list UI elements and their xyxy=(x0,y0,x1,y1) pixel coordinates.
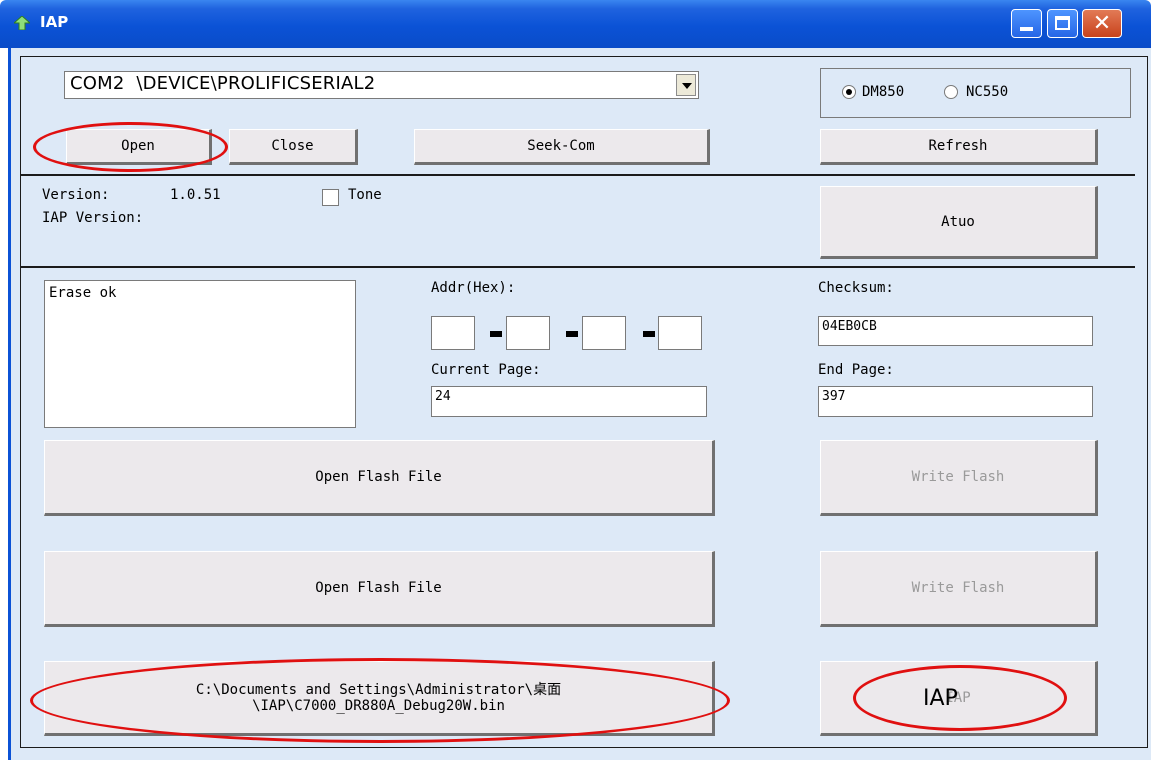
version-value: 1.0.51 xyxy=(170,187,221,203)
annotation-ellipse-open xyxy=(33,122,228,172)
addr-field-1[interactable] xyxy=(431,316,475,350)
write-flash-button-1[interactable]: Write Flash xyxy=(820,440,1098,516)
radio-nc550[interactable] xyxy=(944,85,958,99)
close-window-button[interactable]: ✕ xyxy=(1082,9,1122,38)
maximize-icon xyxy=(1055,16,1070,30)
port-dropdown-button[interactable] xyxy=(676,74,696,96)
minimize-icon xyxy=(1020,27,1033,31)
chevron-down-icon xyxy=(682,83,692,89)
annotation-iap-text: IAP xyxy=(923,686,958,711)
port-select-value: COM2 \DEVICE\PROLIFICSERIAL2 xyxy=(70,73,376,94)
open-flash-file-button-1[interactable]: Open Flash File xyxy=(44,440,715,516)
end-page-field[interactable]: 397 xyxy=(818,386,1093,417)
current-page-label: Current Page: xyxy=(431,362,541,378)
annotation-ellipse-iap xyxy=(853,665,1067,731)
tone-checkbox[interactable] xyxy=(322,189,339,206)
radio-dm850-label[interactable]: DM850 xyxy=(862,84,904,100)
addr-label: Addr(Hex): xyxy=(431,280,516,296)
window-title: IAP xyxy=(40,13,69,31)
addr-separator xyxy=(643,331,655,337)
separator xyxy=(21,174,1135,176)
app-icon xyxy=(14,16,30,30)
current-page-field[interactable]: 24 xyxy=(431,386,707,417)
seek-com-button[interactable]: Seek-Com xyxy=(414,129,710,165)
title-bar[interactable] xyxy=(0,0,1151,48)
maximize-button[interactable] xyxy=(1047,9,1078,38)
close-button[interactable]: Close xyxy=(229,129,358,165)
radio-nc550-label[interactable]: NC550 xyxy=(966,84,1008,100)
tone-label[interactable]: Tone xyxy=(348,187,382,203)
open-flash-file-button-2[interactable]: Open Flash File xyxy=(44,551,715,627)
version-label: Version: xyxy=(42,187,110,203)
addr-field-4[interactable] xyxy=(658,316,702,350)
refresh-button[interactable]: Refresh xyxy=(820,129,1098,165)
end-page-label: End Page: xyxy=(818,362,894,378)
addr-separator xyxy=(490,331,502,337)
checksum-field[interactable]: 04EB0CB xyxy=(818,316,1093,346)
addr-field-3[interactable] xyxy=(582,316,626,350)
annotation-ellipse-file-path xyxy=(30,658,730,743)
separator xyxy=(21,266,1135,268)
checksum-label: Checksum: xyxy=(818,280,894,296)
auto-button[interactable]: Atuo xyxy=(820,186,1098,259)
addr-field-2[interactable] xyxy=(506,316,550,350)
write-flash-button-2[interactable]: Write Flash xyxy=(820,551,1098,627)
log-listbox[interactable]: Erase ok xyxy=(44,280,356,428)
minimize-button[interactable] xyxy=(1011,9,1042,38)
close-icon: ✕ xyxy=(1092,11,1112,36)
radio-dm850[interactable] xyxy=(842,85,856,99)
iap-version-label: IAP Version: xyxy=(42,210,144,226)
addr-separator xyxy=(566,331,578,337)
